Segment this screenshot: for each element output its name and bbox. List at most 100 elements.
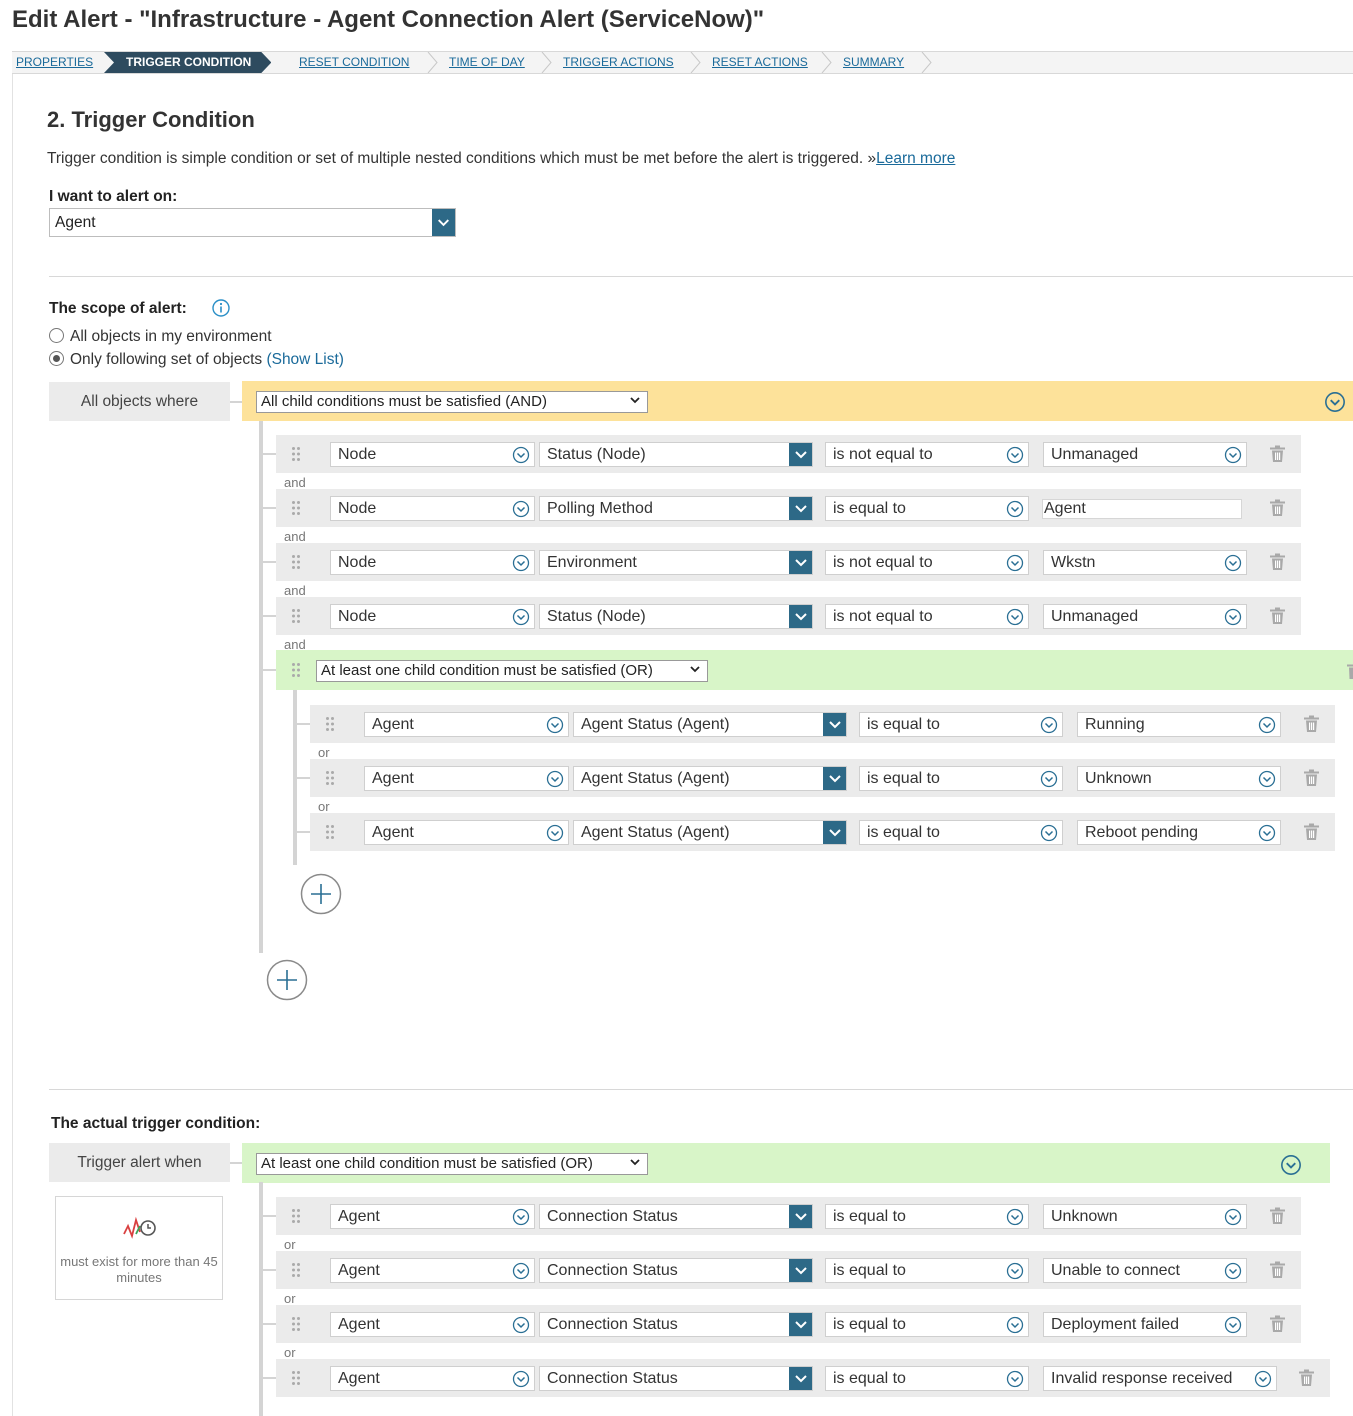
object-type-select[interactable]: Node (330, 550, 535, 575)
chevron-down-icon[interactable] (789, 497, 812, 520)
trash-icon[interactable] (1269, 1315, 1286, 1333)
operator-select[interactable]: is equal to (825, 1366, 1029, 1391)
operator-select[interactable]: is equal to (825, 496, 1029, 521)
trash-icon[interactable] (1298, 1369, 1315, 1387)
value-select[interactable]: Unable to connect (1043, 1258, 1247, 1283)
chevron-down-icon[interactable] (823, 821, 846, 844)
nested-group-mode-select[interactable]: At least one child condition must be sat… (316, 660, 708, 682)
scope-all-objects-option[interactable]: All objects in my environment (49, 328, 272, 346)
scope-following-objects-option[interactable]: Only following set of objects (Show List… (49, 351, 344, 369)
add-nested-condition-button[interactable] (300, 873, 342, 915)
collapse-group-icon[interactable] (1280, 1154, 1302, 1176)
wizard-step-time-of-day[interactable]: TIME OF DAY (449, 52, 525, 73)
add-condition-button[interactable] (266, 959, 308, 1001)
wizard-step-reset-actions[interactable]: RESET ACTIONS (712, 52, 808, 73)
drag-handle-icon[interactable] (325, 716, 335, 732)
value-select[interactable]: Wkstn (1043, 550, 1247, 575)
operator-select[interactable]: is equal to (859, 766, 1063, 791)
field-select[interactable]: Connection Status (539, 1366, 813, 1391)
drag-handle-icon[interactable] (325, 770, 335, 786)
drag-handle-icon[interactable] (325, 824, 335, 840)
wizard-step-trigger-condition[interactable]: TRIGGER CONDITION (104, 52, 271, 73)
drag-handle-icon[interactable] (291, 554, 301, 570)
value-select[interactable]: Unknown (1043, 1204, 1247, 1229)
trash-icon[interactable] (1269, 553, 1286, 571)
field-select[interactable]: Status (Node) (539, 604, 813, 629)
delete-group-trash-icon[interactable] (1346, 662, 1353, 680)
trash-icon[interactable] (1269, 499, 1286, 517)
chevron-down-icon[interactable] (789, 1313, 812, 1336)
field-select[interactable]: Agent Status (Agent) (573, 766, 847, 791)
trash-icon[interactable] (1303, 715, 1320, 733)
value-select[interactable]: Reboot pending (1077, 820, 1281, 845)
trigger-group-mode-select[interactable]: At least one child condition must be sat… (256, 1153, 648, 1175)
trash-icon[interactable] (1303, 823, 1320, 841)
trash-icon[interactable] (1303, 769, 1320, 787)
drag-handle-icon[interactable] (291, 608, 301, 624)
value-select[interactable]: Deployment failed (1043, 1312, 1247, 1337)
info-icon[interactable] (212, 299, 230, 317)
operator-select[interactable]: is not equal to (825, 604, 1029, 629)
field-select[interactable]: Connection Status (539, 1258, 813, 1283)
value-select[interactable]: Invalid response received (1043, 1366, 1277, 1391)
chevron-down-icon[interactable] (789, 1205, 812, 1228)
wizard-step-reset-condition[interactable]: RESET CONDITION (299, 52, 409, 73)
chevron-down-icon[interactable] (789, 443, 812, 466)
chevron-down-icon[interactable] (823, 713, 846, 736)
operator-select[interactable]: is not equal to (825, 442, 1029, 467)
drag-handle-icon[interactable] (291, 500, 301, 516)
object-type-select[interactable]: Agent (364, 712, 569, 737)
show-list-link[interactable]: (Show List) (266, 351, 344, 368)
field-select[interactable]: Agent Status (Agent) (573, 820, 847, 845)
trash-icon[interactable] (1269, 445, 1286, 463)
operator-select[interactable]: is equal to (825, 1312, 1029, 1337)
drag-handle-icon[interactable] (291, 1370, 301, 1386)
object-type-select[interactable]: Agent (330, 1312, 535, 1337)
wizard-step-summary[interactable]: SUMMARY (843, 52, 904, 73)
operator-select[interactable]: is equal to (859, 712, 1063, 737)
alert-on-select[interactable]: Agent (49, 208, 456, 237)
chevron-down-icon[interactable] (789, 1367, 812, 1390)
operator-select[interactable]: is equal to (825, 1258, 1029, 1283)
chevron-down-icon[interactable] (789, 1259, 812, 1282)
trash-icon[interactable] (1269, 607, 1286, 625)
object-type-select[interactable]: Agent (364, 820, 569, 845)
value-select[interactable]: Unmanaged (1043, 442, 1247, 467)
radio-button-checked[interactable] (49, 351, 64, 366)
drag-handle-icon[interactable] (291, 1208, 301, 1224)
object-type-select[interactable]: Agent (330, 1258, 535, 1283)
collapse-group-icon[interactable] (1324, 391, 1346, 413)
trash-icon[interactable] (1269, 1261, 1286, 1279)
time-condition-box[interactable]: must exist for more than 45 minutes (55, 1196, 223, 1300)
scope-group-mode-select[interactable]: All child conditions must be satisfied (… (256, 391, 648, 413)
drag-handle-icon[interactable] (291, 1316, 301, 1332)
wizard-step-properties[interactable]: PROPERTIES (16, 52, 93, 73)
chevron-down-icon[interactable] (789, 605, 812, 628)
field-select[interactable]: Connection Status (539, 1312, 813, 1337)
drag-handle-icon[interactable] (291, 446, 301, 462)
value-text-input[interactable]: Agent (1042, 499, 1242, 519)
wizard-step-trigger-actions[interactable]: TRIGGER ACTIONS (563, 52, 674, 73)
object-type-select[interactable]: Node (330, 496, 535, 521)
object-type-select[interactable]: Node (330, 604, 535, 629)
value-select[interactable]: Running (1077, 712, 1281, 737)
trash-icon[interactable] (1269, 1207, 1286, 1225)
operator-select[interactable]: is equal to (859, 820, 1063, 845)
learn-more-link[interactable]: Learn more (876, 150, 955, 167)
field-select[interactable]: Environment (539, 550, 813, 575)
field-select[interactable]: Status (Node) (539, 442, 813, 467)
field-select[interactable]: Agent Status (Agent) (573, 712, 847, 737)
object-type-select[interactable]: Agent (330, 1204, 535, 1229)
chevron-down-icon[interactable] (789, 551, 812, 574)
value-select[interactable]: Unknown (1077, 766, 1281, 791)
operator-select[interactable]: is equal to (825, 1204, 1029, 1229)
operator-select[interactable]: is not equal to (825, 550, 1029, 575)
drag-handle-icon[interactable] (291, 662, 301, 678)
drag-handle-icon[interactable] (291, 1262, 301, 1278)
object-type-select[interactable]: Node (330, 442, 535, 467)
object-type-select[interactable]: Agent (364, 766, 569, 791)
radio-button[interactable] (49, 328, 64, 343)
chevron-down-icon[interactable] (823, 767, 846, 790)
field-select[interactable]: Polling Method (539, 496, 813, 521)
value-select[interactable]: Unmanaged (1043, 604, 1247, 629)
